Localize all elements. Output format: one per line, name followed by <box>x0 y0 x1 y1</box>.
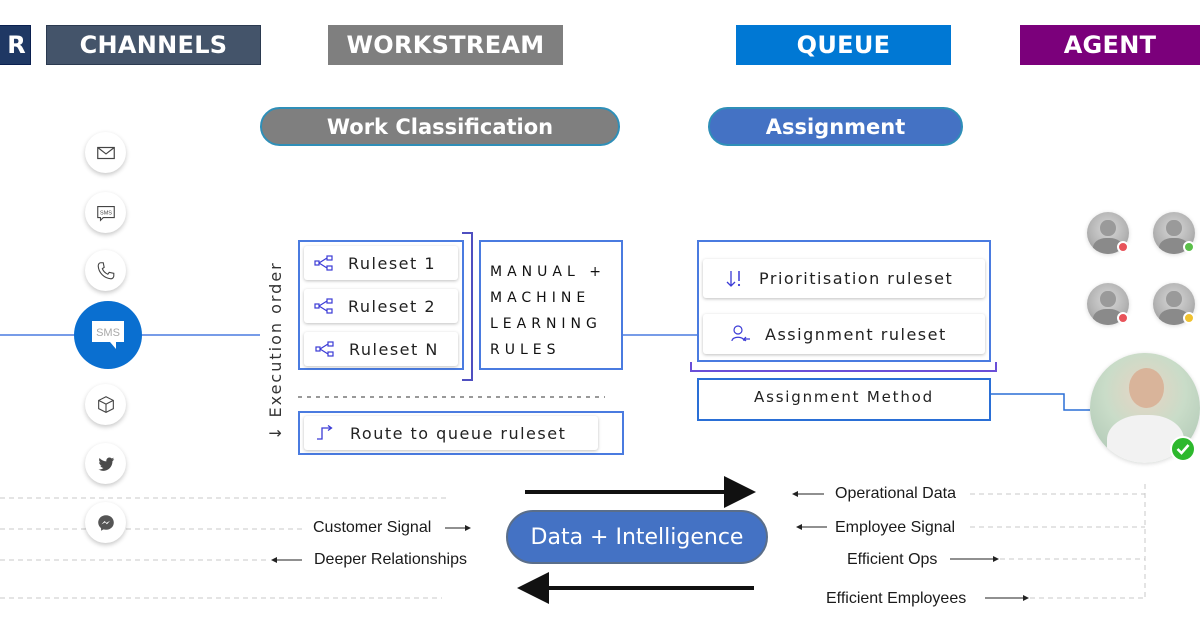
route-to-queue-card[interactable]: Route to queue ruleset <box>304 416 598 450</box>
employee-signal-label: Employee Signal <box>835 519 956 536</box>
ruleset-label: Ruleset 2 <box>348 296 437 316</box>
ruleset-label: Ruleset N <box>349 339 439 359</box>
channel-phone[interactable] <box>85 250 126 291</box>
efficient-ops-label: Efficient Ops <box>847 551 938 568</box>
avatar-head <box>1166 290 1182 308</box>
header-agent: AGENT <box>1020 25 1200 65</box>
header-prev-stage: R <box>0 25 31 65</box>
avatar-head <box>1100 219 1116 237</box>
agent-status-away-icon <box>1183 312 1195 324</box>
prioritisation-ruleset-card[interactable]: Prioritisation ruleset <box>703 259 985 298</box>
execution-order-label: ↓ Execution order <box>266 261 285 440</box>
assignment-method-label: Assignment Method <box>754 388 934 406</box>
channel-twitter[interactable] <box>85 443 126 484</box>
deeper-relationships-label: Deeper Relationships <box>314 551 467 568</box>
assignment-method-box[interactable]: Assignment Method <box>697 378 991 421</box>
avatar-head <box>1100 290 1116 308</box>
execution-arrow-icon: ↓ <box>266 424 285 440</box>
ml-rules-box: MANUAL + MACHINE LEARNING RULES <box>479 240 623 370</box>
header-queue-label: QUEUE <box>796 31 891 59</box>
twitter-icon <box>98 456 114 471</box>
ruleset-card-2[interactable]: Ruleset 2 <box>304 289 458 323</box>
ml-rules-line: MANUAL + <box>490 264 606 280</box>
method-to-agent-line <box>990 393 1090 411</box>
assignment-ruleset-label: Assignment ruleset <box>765 324 947 344</box>
channel-email[interactable] <box>85 132 126 173</box>
prioritisation-label: Prioritisation ruleset <box>759 269 954 288</box>
ml-rules-line: MACHINE <box>490 290 591 306</box>
route-label: Route to queue ruleset <box>350 423 567 443</box>
channel-package[interactable] <box>85 384 126 425</box>
header-channels-label: CHANNELS <box>79 31 228 59</box>
agent-status-busy-icon <box>1117 312 1129 324</box>
phone-icon <box>97 261 114 279</box>
agent-status-busy-icon <box>1117 241 1129 253</box>
channel-sms[interactable]: SMS <box>85 192 126 233</box>
avatar-head <box>1128 368 1164 408</box>
data-intelligence-pill: Data + Intelligence <box>506 510 768 564</box>
agent-status-checkmark-icon <box>1170 436 1196 462</box>
operational-data-label: Operational Data <box>835 485 956 502</box>
ruleset-label: Ruleset 1 <box>348 253 437 273</box>
assignment-ruleset-card[interactable]: Assignment ruleset <box>703 314 985 354</box>
agent-status-available-icon <box>1183 241 1195 253</box>
sms-icon: SMS <box>92 321 124 349</box>
channel-sms-active[interactable]: SMS <box>74 301 142 369</box>
sms-icon-text: SMS <box>100 210 112 216</box>
header-workstream: WORKSTREAM <box>328 25 563 65</box>
queue-bracket <box>690 362 997 372</box>
channel-messenger[interactable] <box>85 502 126 543</box>
ruleset-branch-icon <box>314 254 334 272</box>
header-queue: QUEUE <box>736 25 951 65</box>
header-channels: CHANNELS <box>46 25 261 65</box>
ruleset-card-n[interactable]: Ruleset N <box>304 332 458 366</box>
sms-icon: SMS <box>96 205 115 222</box>
customer-signal-label: Customer Signal <box>313 519 432 536</box>
header-workstream-label: WORKSTREAM <box>346 31 545 59</box>
sms-icon-text: SMS <box>96 327 120 339</box>
ruleset-card-1[interactable]: Ruleset 1 <box>304 246 458 280</box>
ruleset-branch-icon <box>314 297 334 315</box>
ml-rules-line: LEARNING <box>490 316 602 332</box>
data-intelligence-label: Data + Intelligence <box>530 524 744 550</box>
messenger-icon <box>97 514 114 531</box>
assignment-pill: Assignment <box>708 107 963 146</box>
person-assign-icon <box>731 325 751 343</box>
route-icon <box>316 424 336 442</box>
email-icon <box>96 146 115 159</box>
execution-order-text: Execution order <box>266 261 285 418</box>
assignment-label: Assignment <box>765 114 906 139</box>
work-classification-label: Work Classification <box>326 114 554 139</box>
work-classification-pill: Work Classification <box>260 107 620 146</box>
ml-rules-line: RULES <box>490 342 561 358</box>
sort-priority-icon <box>725 270 745 288</box>
avatar-head <box>1166 219 1182 237</box>
header-prev-label: R <box>7 31 26 59</box>
header-agent-label: AGENT <box>1063 31 1157 59</box>
efficient-employees-label: Efficient Employees <box>826 590 967 607</box>
ruleset-branch-icon <box>315 340 335 358</box>
package-icon <box>97 395 114 413</box>
